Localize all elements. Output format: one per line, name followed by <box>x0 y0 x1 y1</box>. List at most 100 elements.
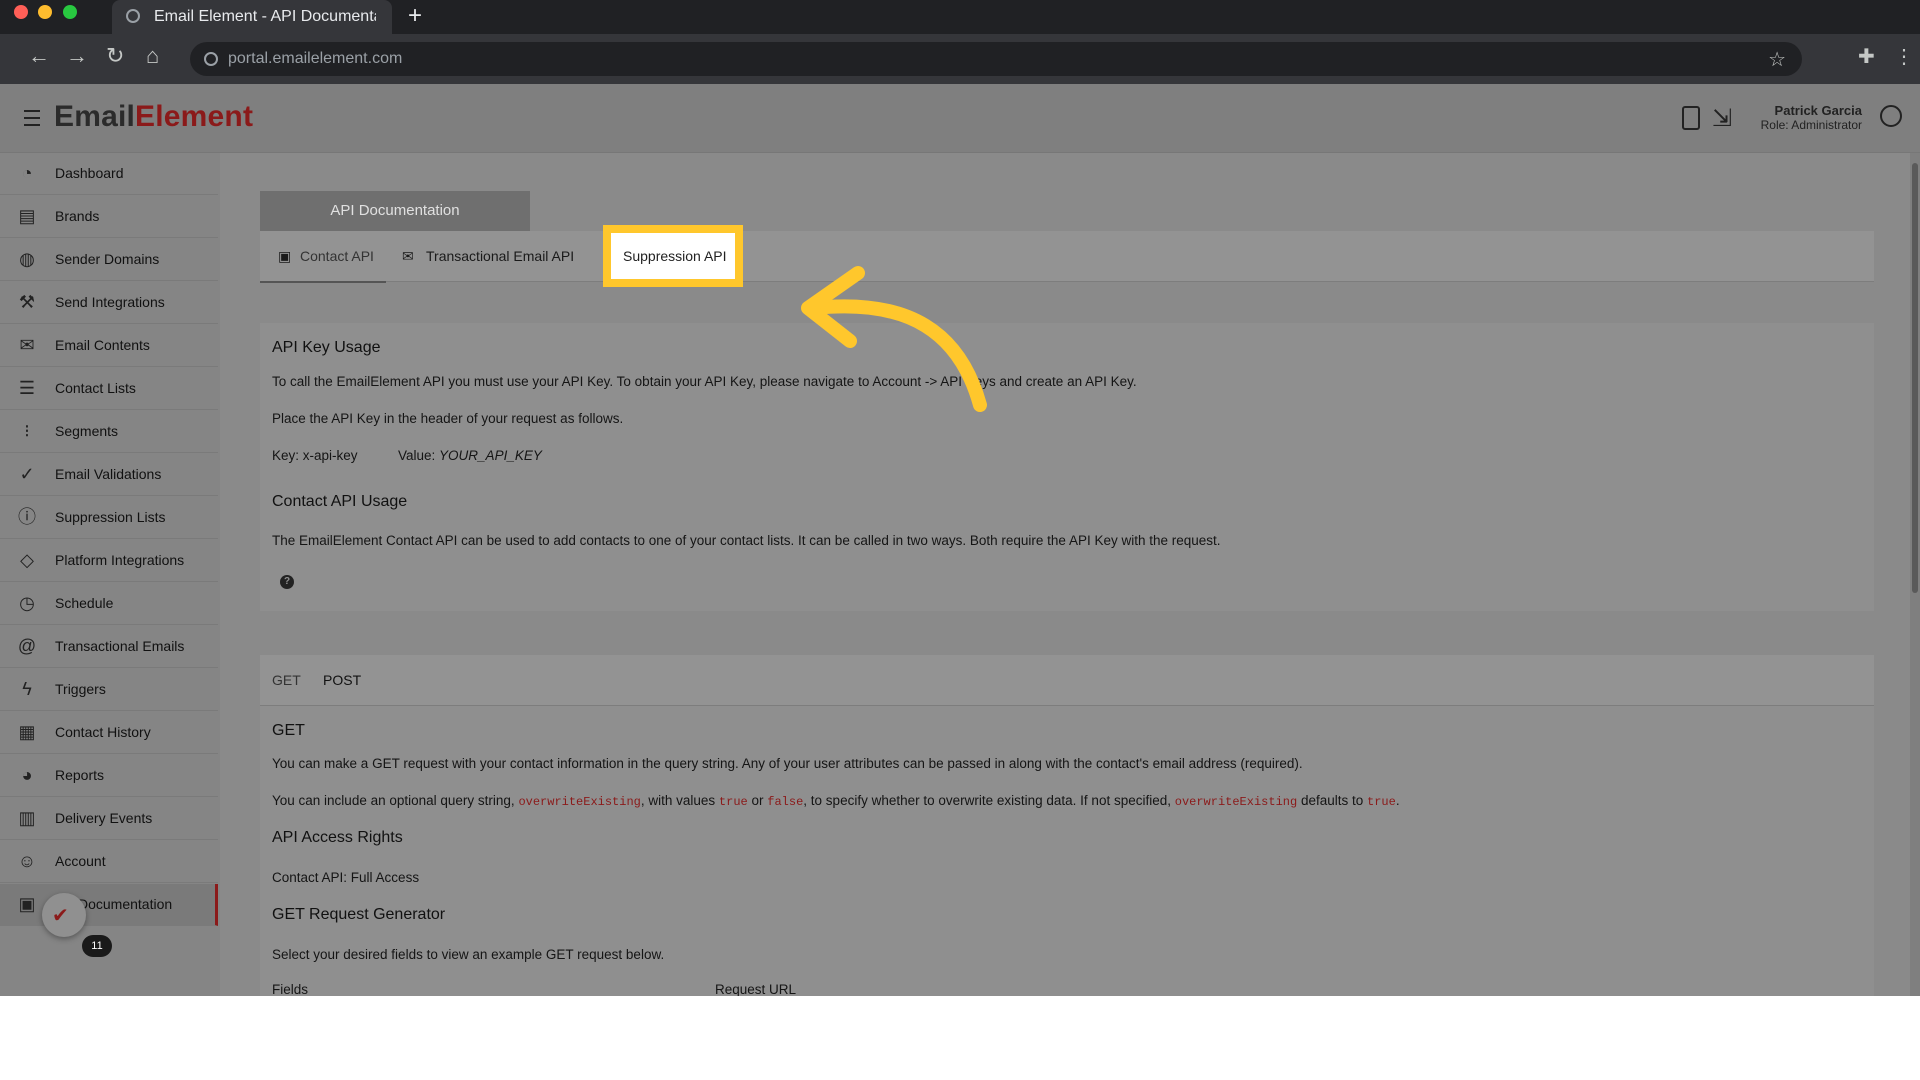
sidebar-item-delivery-events[interactable]: ▥ Delivery Events <box>0 798 218 840</box>
minimize-window-button[interactable] <box>38 5 52 19</box>
text-fragment: , with values <box>640 793 716 808</box>
tab-label: Suppression API <box>623 248 727 264</box>
tab-label: Transactional Email API <box>426 248 575 264</box>
user-name: Patrick Garcia <box>1774 103 1862 118</box>
close-window-button[interactable] <box>14 5 28 19</box>
sidebar-item-transactional-emails[interactable]: @ Transactional Emails <box>0 626 218 668</box>
segments-icon: ⁝ <box>24 421 30 441</box>
clock-icon: ◷ <box>19 593 35 613</box>
sidebar-item-brands[interactable]: ▤ Brands <box>0 196 218 238</box>
sidebar-item-reports[interactable]: ◕ Reports <box>0 755 218 797</box>
tab-contact-api[interactable]: ▣ Contact API <box>260 231 386 283</box>
browser-menu-icon[interactable]: ⋮ <box>1894 44 1914 69</box>
sidebar-item-sender-domains[interactable]: ◍ Sender Domains <box>0 239 218 281</box>
api-key-usage-card: API Key Usage To call the EmailElement A… <box>260 323 1874 611</box>
tab-transactional-email-api[interactable]: ✉ Transactional Email API <box>402 231 582 281</box>
dashboard-icon: ◔ <box>21 163 33 183</box>
at-icon: @ <box>17 636 37 656</box>
text-fragment: , to specify whether to overwrite existi… <box>803 793 1171 808</box>
home-icon[interactable]: ⌂ <box>146 44 159 68</box>
sidebar-item-send-integrations[interactable]: ⚒ Send Integrations <box>0 282 218 324</box>
pie-icon: ◕ <box>21 765 33 785</box>
globe-icon: ◍ <box>19 249 35 269</box>
sidebar-item-label: Send Integrations <box>55 294 165 310</box>
user-role: Role: Administrator <box>1760 118 1862 132</box>
checklist-widget-button[interactable]: ✔ <box>42 893 86 937</box>
tab-suppression-api[interactable]: Suppression API <box>603 225 743 287</box>
logout-icon[interactable]: ⇲ <box>1712 104 1732 133</box>
maximize-window-button[interactable] <box>63 5 77 19</box>
globe-icon <box>126 9 140 23</box>
api-tabs: ▣ Contact API ✉ Transactional Email API <box>260 231 1874 283</box>
new-tab-button[interactable]: + <box>408 3 422 29</box>
mobile-device-icon[interactable] <box>1682 106 1700 130</box>
sidebar-item-label: Contact Lists <box>55 380 136 396</box>
clipboard-icon: ▦ <box>18 722 36 742</box>
api-key-label: Key: x-api-key <box>272 448 358 463</box>
user-circle-icon: ☺ <box>17 851 37 871</box>
app-logo[interactable]: EmailElement <box>54 100 253 134</box>
sidebar-item-contact-lists[interactable]: ☰ Contact Lists <box>0 368 218 410</box>
get-heading: GET <box>272 722 305 739</box>
sidebar-item-dashboard[interactable]: ◔ Dashboard <box>0 153 218 195</box>
method-tabs: GET POST <box>260 655 1874 706</box>
list-icon: ☰ <box>18 378 36 398</box>
api-key-usage-text: To call the EmailElement API you must us… <box>272 374 1137 389</box>
api-key-usage-heading: API Key Usage <box>272 339 381 356</box>
sidebar-item-schedule[interactable]: ◷ Schedule <box>0 583 218 625</box>
sidebar-item-label: Transactional Emails <box>55 638 185 654</box>
url-text: portal.emailelement.com <box>228 50 403 67</box>
hamburger-menu-icon[interactable] <box>24 110 40 126</box>
sidebar-item-label: Brands <box>55 208 100 224</box>
reload-icon[interactable]: ↻ <box>106 44 124 68</box>
app-header: EmailElement ⇲ Patrick Garcia Role: Admi… <box>0 84 1920 153</box>
scrollbar[interactable] <box>1910 153 1920 996</box>
code-overwrite-existing: overwriteExisting <box>518 795 641 809</box>
code-true: true <box>1367 795 1396 809</box>
sidebar-item-email-validations[interactable]: ✓ Email Validations <box>0 454 218 496</box>
contact-card-icon: ▣ <box>278 248 292 264</box>
tab-label: Contact API <box>300 248 374 264</box>
api-value-line: Value: YOUR_API_KEY <box>398 448 542 463</box>
contact-api-usage-heading: Contact API Usage <box>272 493 408 510</box>
sidebar-item-label: Dashboard <box>55 165 124 181</box>
sidebar-item-label: Platform Integrations <box>55 552 185 568</box>
tab-get[interactable]: GET <box>272 672 301 688</box>
tab-post[interactable]: POST <box>323 672 361 688</box>
get-description: You can make a GET request with your con… <box>272 756 1303 771</box>
avatar[interactable] <box>1880 105 1902 127</box>
sidebar-item-label: Delivery Events <box>55 810 153 826</box>
browser-tab[interactable]: Email Element - API Documentation <box>112 0 392 34</box>
address-bar[interactable]: portal.emailelement.com ☆ <box>190 42 1802 76</box>
sidebar-item-email-contents[interactable]: ✉ Email Contents <box>0 325 218 367</box>
api-access-rights-heading: API Access Rights <box>272 829 403 846</box>
sidebar-item-account[interactable]: ☺ Account <box>0 841 218 883</box>
extensions-icon[interactable]: ✚ <box>1858 44 1875 69</box>
sidebar-item-platform-integrations[interactable]: ◇ Platform Integrations <box>0 540 218 582</box>
sidebar-item-segments[interactable]: ⁝ Segments <box>0 411 218 453</box>
page-title: API Documentation <box>260 191 530 231</box>
forward-icon[interactable]: → <box>66 44 88 68</box>
brands-icon: ▤ <box>18 206 36 226</box>
browser-toolbar: ← → ↻ ⌂ portal.emailelement.com ☆ ✚ ⋮ <box>0 34 1920 84</box>
lightning-icon: ϟ <box>22 679 32 699</box>
help-icon[interactable]: ? <box>280 575 294 589</box>
text-fragment: . <box>1395 793 1400 808</box>
sidebar-item-label: Schedule <box>55 595 114 611</box>
sidebar-item-suppression-lists[interactable]: ⓘ Suppression Lists <box>0 497 218 539</box>
wrench-icon: ⚒ <box>18 292 36 312</box>
sidebar-item-contact-history[interactable]: ▦ Contact History <box>0 712 218 754</box>
bars-icon: ▥ <box>18 808 36 828</box>
browser-tab-title: Email Element - API Documentation <box>154 8 376 25</box>
main-content: API Documentation ▣ Contact API ✉ Transa… <box>220 153 1910 996</box>
get-request-generator-heading: GET Request Generator <box>272 906 446 923</box>
notification-badge: 11 <box>82 935 112 957</box>
scrollbar-thumb[interactable] <box>1912 163 1918 593</box>
sidebar-item-documentation[interactable]: ▣ Documentation <box>0 884 218 926</box>
back-icon[interactable]: ← <box>28 44 50 68</box>
site-info-icon[interactable] <box>204 52 218 66</box>
sidebar-item-label: Documentation <box>78 896 173 912</box>
sidebar-item-triggers[interactable]: ϟ Triggers <box>0 669 218 711</box>
bookmark-star-icon[interactable]: ☆ <box>1768 47 1786 72</box>
fields-column-header: Fields <box>272 982 309 996</box>
